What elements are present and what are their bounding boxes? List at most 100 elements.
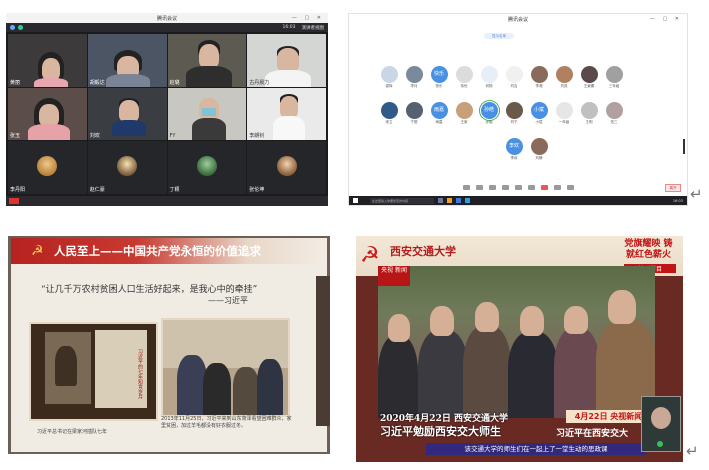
video-tile[interactable]: 赵仁豪 <box>87 141 167 194</box>
participant-name: 张伦坤 <box>249 187 265 193</box>
participant-item[interactable]: 李欢 李欢 <box>502 138 526 162</box>
participant-item[interactable]: 王明 <box>577 102 601 126</box>
participant-label: 刘宁 <box>510 120 518 124</box>
slide-photo: ☭ 人民至上——中国共产党永恒的价值追求 “让几千万农村贫困人口生活好起来，是我… <box>8 236 330 454</box>
participant-item[interactable] <box>377 138 401 162</box>
share-icon[interactable] <box>488 184 496 190</box>
participant-item[interactable]: 刘奕 <box>552 66 576 90</box>
university-logo-text: 西安交通大学 <box>390 245 456 258</box>
presentation-slide: ☭ 人民至上——中国共产党永恒的价值追求 “让几千万农村贫困人口生活好起来，是我… <box>11 238 327 452</box>
participant-item[interactable]: 何杨 <box>477 66 501 90</box>
participant-item[interactable] <box>427 138 451 162</box>
participant-item[interactable] <box>627 102 651 126</box>
signal-icon <box>18 25 23 30</box>
windows-start-icon[interactable] <box>353 198 358 203</box>
leave-button[interactable]: 离开 <box>665 184 681 192</box>
meeting-screenshot-light: 腾讯会议 — ▢ ✕ 显示名单 梁辉 李月 快乐 快乐 伟世 何杨 刘吉 李湘 刘奕 王景娜 三年级… <box>348 13 688 206</box>
participant-item[interactable]: 宁丽 <box>402 102 426 126</box>
participant-label: 雨嘉 <box>435 120 443 124</box>
news-video-frame: ☭ 西安交通大学 党旗耀映 铸就红色薪火 特别节目 央视 新闻 2020年4月2… <box>356 236 683 462</box>
record-icon[interactable] <box>540 184 548 190</box>
participant-item[interactable]: 李月 <box>402 66 426 90</box>
toolbar: 16:03 演讲者视图 <box>6 23 328 32</box>
mic-icon[interactable] <box>462 184 470 190</box>
avatar <box>505 102 523 119</box>
participant-item[interactable]: 宋立 <box>377 102 401 126</box>
participant-label: 小斌 <box>535 120 543 124</box>
taskbar-app-icon[interactable] <box>438 198 443 203</box>
participant-name: 赵仁豪 <box>89 187 105 193</box>
view-toggle-button[interactable]: 演讲者视图 <box>302 25 325 31</box>
participant-item[interactable]: 王家 <box>452 102 476 126</box>
participant-item[interactable]: 小斌 小斌 <box>527 102 551 126</box>
video-tile[interactable]: 胡毅达 <box>87 34 167 87</box>
video-tile[interactable]: 刘欢 <box>87 87 167 141</box>
participant-label: 三年级 <box>608 84 620 88</box>
video-tile[interactable]: 张伦坤 <box>247 141 326 194</box>
participant-item[interactable] <box>627 66 651 90</box>
avatar <box>505 66 523 83</box>
video-tile[interactable]: 李丹阳 <box>8 141 87 194</box>
caption-right: 2013年11月25日，习近平来到山东菏泽看望困难群众，家里贫困，加过羊毛都没有… <box>161 416 292 429</box>
participant-name: FY <box>169 133 176 140</box>
participant-item[interactable]: 一年级 <box>552 102 576 126</box>
invite-icon[interactable] <box>501 184 509 190</box>
participant-name: 赵璐 <box>169 79 180 86</box>
participant-label: 王家 <box>460 120 468 124</box>
book-photo: 习近平的七年知青岁月 <box>29 322 158 421</box>
participant-item[interactable]: 刘宁 <box>502 102 526 126</box>
participant-item[interactable] <box>402 138 426 162</box>
video-tile[interactable]: FY <box>167 87 247 141</box>
participant-item[interactable]: 李湘 <box>527 66 551 90</box>
scrollbar[interactable] <box>683 139 685 154</box>
video-tile[interactable]: 李朗钊 <box>247 87 326 141</box>
participant-item[interactable]: 快乐 快乐 <box>427 66 451 90</box>
participant-label: 梁辉 <box>385 84 393 88</box>
members-icon[interactable] <box>514 184 522 190</box>
video-tile[interactable]: 黄丽 <box>8 34 87 87</box>
video-tile[interactable]: 张玉 <box>8 87 87 141</box>
participant-label: 宁丽 <box>410 120 418 124</box>
participant-item[interactable]: 张三 <box>602 102 626 126</box>
camera-icon[interactable] <box>475 184 483 190</box>
flag-icon <box>9 198 19 204</box>
participant-item[interactable]: 孙皓 孙皓 <box>477 100 501 126</box>
avatar <box>405 66 423 83</box>
meeting-controls <box>349 182 687 192</box>
apps-icon[interactable] <box>553 184 561 190</box>
window-controls[interactable]: — ▢ ✕ <box>292 15 324 21</box>
participant-label: 快乐 <box>435 84 443 88</box>
participant-item[interactable]: 刘吉 <box>502 66 526 90</box>
participant-label: 李欢 <box>510 156 518 160</box>
participant-item[interactable] <box>452 138 476 162</box>
participant-label: 一年级 <box>558 120 570 124</box>
meeting-app-icon[interactable] <box>465 198 470 203</box>
participant-name: 胡毅达 <box>89 79 105 86</box>
picture-in-picture[interactable] <box>641 396 681 452</box>
browser-icon[interactable] <box>456 198 461 203</box>
book-title: 习近平的七年知青岁月 <box>137 349 143 399</box>
participant-item[interactable] <box>477 138 501 162</box>
video-tile[interactable]: 古丹晨力 <box>247 34 326 87</box>
video-tile[interactable]: 赵璐 <box>167 34 247 87</box>
window-controls[interactable]: — ▢ ✕ <box>650 16 682 22</box>
participant-label: 伟世 <box>460 84 468 88</box>
participant-item[interactable]: 三年级 <box>602 66 626 90</box>
search-input[interactable]: 在这里输入你要搜索的内容 <box>370 197 434 204</box>
settings-icon[interactable] <box>566 184 574 190</box>
avatar: 孙皓 <box>478 100 500 121</box>
participant-item[interactable]: 刘静 <box>527 138 551 162</box>
folder-icon[interactable] <box>447 198 452 203</box>
avatar <box>196 155 217 176</box>
member-list-button[interactable]: 显示名单 <box>484 33 514 39</box>
participant-item[interactable]: 伟世 <box>452 66 476 90</box>
video-tile[interactable]: 丁颖 <box>167 141 247 194</box>
participant-item[interactable]: 梁辉 <box>377 66 401 90</box>
frame-edge <box>316 276 330 426</box>
participant-item[interactable]: 王景娜 <box>577 66 601 90</box>
participant-item[interactable]: 雨嘉 雨嘉 <box>427 102 451 126</box>
caption-left: 习近平总书记在梁家河插队七年 <box>37 429 108 435</box>
participant-name: 古丹晨力 <box>249 79 270 86</box>
participant-grid: 梁辉 李月 快乐 快乐伟世 何杨 刘吉 李湘 刘奕 王景娜三年级宋立宁丽 雨嘉 雨嘉王家 孙皓 孙皓刘宁… <box>377 66 677 162</box>
chat-icon[interactable] <box>527 184 535 190</box>
